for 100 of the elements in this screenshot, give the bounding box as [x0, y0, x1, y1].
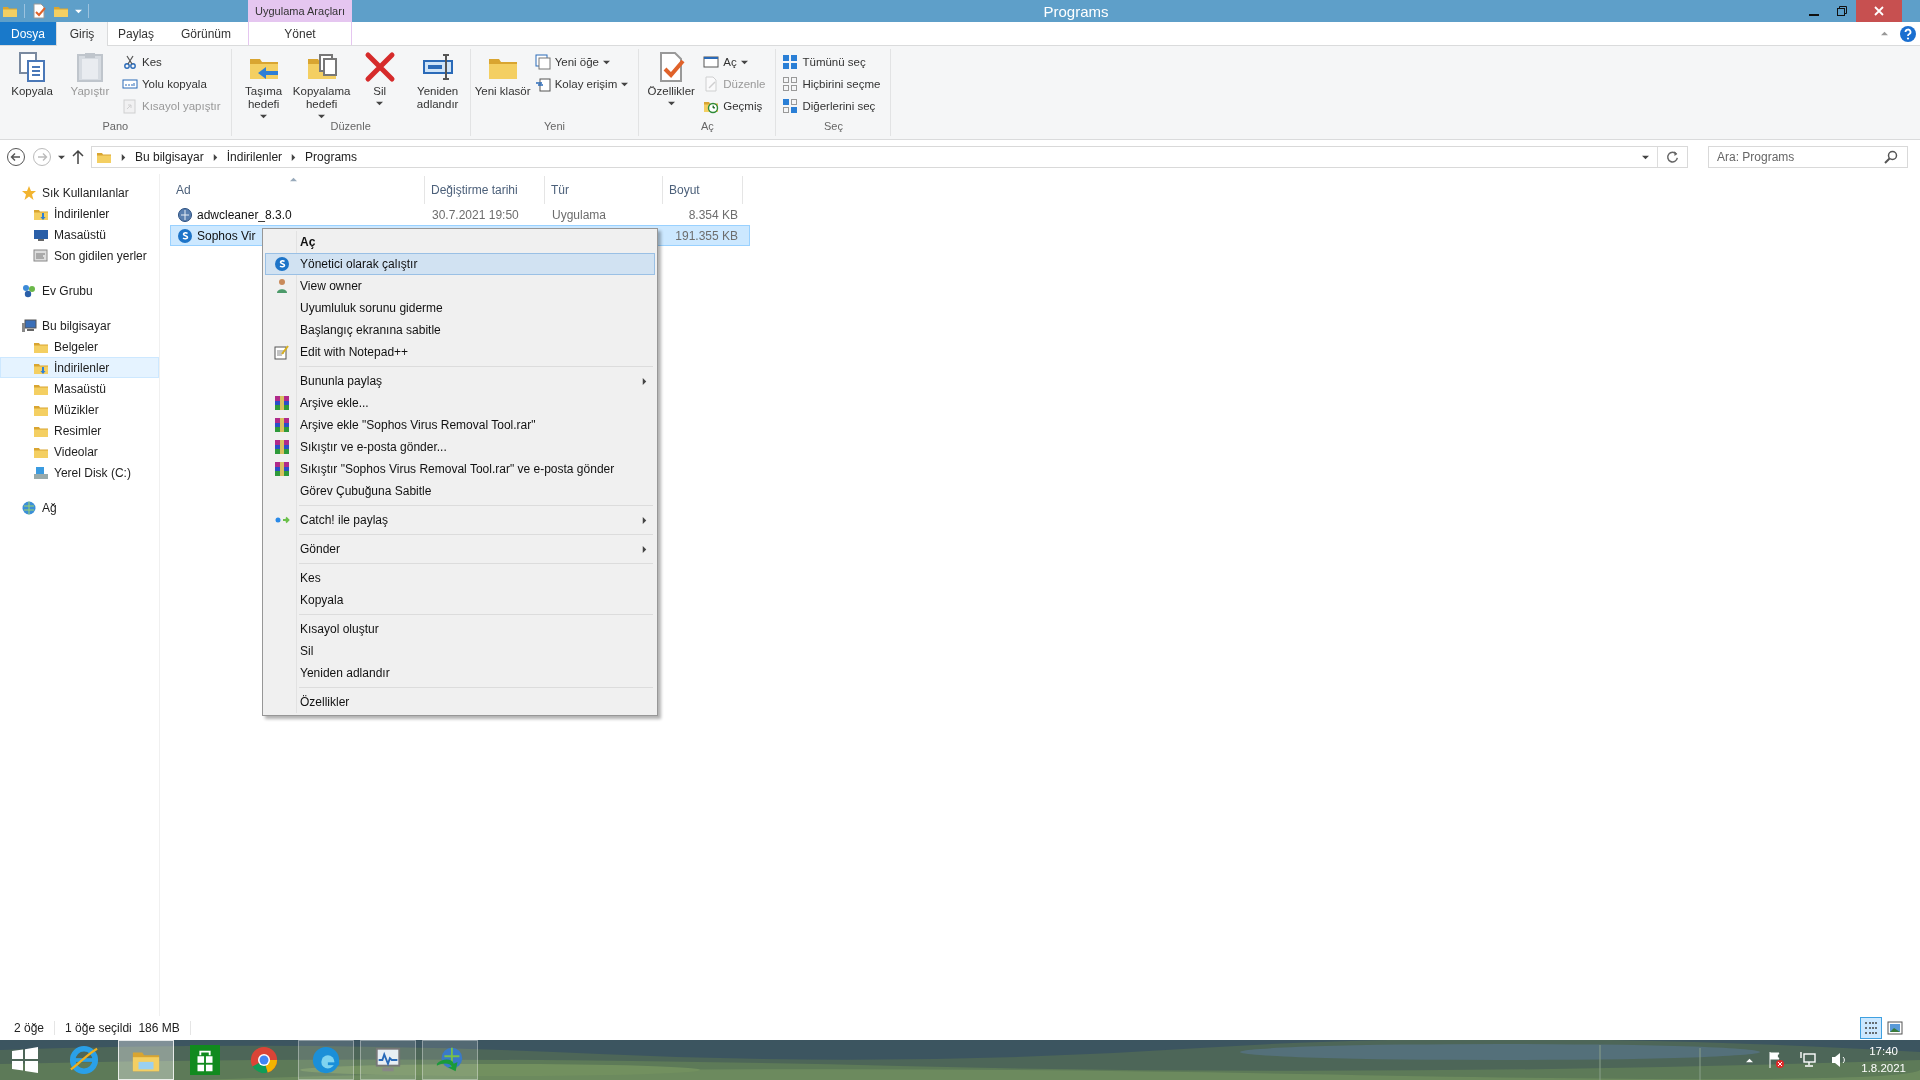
ribbon-tab[interactable]: Giriş: [56, 22, 108, 46]
sidebar-item[interactable]: Yerel Disk (C:): [0, 462, 159, 483]
selection-info: 1 öğe seçildi 186 MB: [65, 1021, 180, 1035]
column-header[interactable]: Boyut: [663, 176, 743, 204]
sidebar-item[interactable]: Ev Grubu: [0, 280, 159, 301]
sidebar-item[interactable]: Sık Kullanılanlar: [0, 182, 159, 203]
ribbon-button[interactable]: Kolay erişim: [534, 74, 633, 94]
drive-icon: [33, 464, 49, 481]
file-name: adwcleaner_8.3.0: [197, 207, 292, 222]
ribbon-button[interactable]: Yeniden adlandır: [409, 49, 466, 120]
ribbon-button[interactable]: Yeni öğe: [534, 52, 633, 72]
menu-item[interactable]: Sıkıştır "Sophos Virus Removal Tool.rar" ve e-posta gönder: [265, 458, 655, 480]
menu-item[interactable]: Aç: [265, 231, 655, 253]
close-button[interactable]: [1856, 0, 1902, 22]
column-header[interactable]: Tür: [545, 176, 663, 204]
globe-icon: [177, 206, 193, 223]
ribbon-button[interactable]: Özellikler: [643, 49, 700, 120]
sidebar-item[interactable]: Belgeler: [0, 336, 159, 357]
menu-item[interactable]: Başlangıç ekranına sabitle: [265, 319, 655, 341]
computer-icon: [21, 317, 37, 334]
scissors-icon: [122, 54, 138, 70]
ribbon-button[interactable]: Kopyala: [4, 49, 60, 120]
file-date: 30.7.2021 19:50: [432, 207, 519, 222]
sidebar-item[interactable]: Son gidilen yerler: [0, 245, 159, 266]
menu-item[interactable]: Sil: [265, 640, 655, 662]
details-view-icon: [1863, 1020, 1879, 1036]
search-field[interactable]: Ara: Programs: [1708, 146, 1908, 168]
item-count: 2 öğe: [14, 1021, 45, 1035]
menu-item[interactable]: View owner: [265, 275, 655, 297]
breadcrumb[interactable]: İndirilenler: [226, 150, 283, 164]
menu-item[interactable]: Uyumluluk sorunu giderme: [265, 297, 655, 319]
menu-item[interactable]: Kes: [265, 567, 655, 589]
up-button[interactable]: [71, 149, 85, 165]
group-label: Düzenle: [329, 120, 372, 134]
ribbon-button[interactable]: Hiçbirini seçme: [782, 74, 885, 94]
address-bar[interactable]: Bu bilgisayar İndirilenler Programs: [91, 146, 1688, 168]
breadcrumb[interactable]: Programs: [305, 150, 358, 164]
menu-item[interactable]: Arşive ekle "Sophos Virus Removal Tool.rar": [265, 414, 655, 436]
sidebar-item[interactable]: Masaüstü: [0, 224, 159, 245]
caret-icon: [1642, 153, 1649, 161]
caret-icon: [318, 113, 326, 120]
sidebar-item[interactable]: İndirilenler: [0, 203, 159, 224]
sidebar-item[interactable]: Masaüstü: [0, 378, 159, 399]
sidebar-item[interactable]: Bu bilgisayar: [0, 315, 159, 336]
menu-item[interactable]: Arşive ekle...: [265, 392, 655, 414]
group-label: Pano: [101, 120, 130, 134]
archive-icon: [274, 417, 290, 433]
ribbon-tab[interactable]: Yönet: [248, 22, 352, 45]
taskbar-button[interactable]: [298, 1040, 354, 1080]
sidebar-item[interactable]: Resimler: [0, 420, 159, 441]
column-header[interactable]: Değiştirme tarihi: [425, 176, 545, 204]
caret-icon: [120, 153, 127, 161]
menu-item[interactable]: Özellikler: [265, 691, 655, 713]
ribbon-button[interactable]: Sil: [351, 49, 408, 120]
menu-item[interactable]: Yeniden adlandır: [265, 662, 655, 684]
ribbon-button[interactable]: Diğerlerini seç: [782, 96, 885, 116]
ribbon-button[interactable]: Aç: [703, 52, 770, 72]
path-icon: [122, 76, 138, 92]
ribbon-button[interactable]: Tümünü seç: [782, 52, 885, 72]
breadcrumb[interactable]: Bu bilgisayar: [135, 150, 204, 164]
back-button[interactable]: [6, 147, 26, 167]
network-icon[interactable]: [1799, 1051, 1818, 1069]
menu-item[interactable]: Catch! ile paylaş: [265, 509, 655, 531]
close-icon: [1874, 6, 1884, 16]
sidebar-item[interactable]: Ağ: [0, 497, 159, 518]
file-row[interactable]: adwcleaner_8.3.0 30.7.2021 19:50 Uygulama 8.354 KB: [170, 204, 750, 225]
window-icon: [703, 54, 720, 70]
ribbon-button[interactable]: Yolu kopyala: [122, 74, 225, 94]
menu-item[interactable]: Kısayol oluştur: [265, 618, 655, 640]
window-title: Programs: [1042, 1, 1110, 22]
ribbon-tab[interactable]: Dosya: [0, 22, 56, 45]
caret-icon: [740, 58, 748, 66]
caret-icon: [640, 377, 648, 385]
help-icon[interactable]: [1900, 25, 1916, 42]
menu-item[interactable]: Bununla paylaş: [265, 370, 655, 392]
ribbon-button[interactable]: Kes: [122, 52, 225, 72]
minimize-icon: [1809, 14, 1819, 16]
sidebar-item[interactable]: Müzikler: [0, 399, 159, 420]
menu-item[interactable]: Edit with Notepad++: [265, 341, 655, 363]
caret-icon: [211, 153, 219, 161]
ribbon-button[interactable]: Yeni klasör: [474, 49, 531, 120]
menu-item[interactable]: Görev Çubuğuna Sabitle: [265, 480, 655, 502]
clock-time[interactable]: 17:40: [1869, 1043, 1898, 1060]
ribbon-button[interactable]: Geçmiş: [703, 96, 770, 116]
menu-item[interactable]: Yönetici olarak çalıştır: [265, 253, 655, 275]
ribbon-button[interactable]: Taşıma hedefi: [235, 49, 292, 120]
sidebar-item[interactable]: Videolar: [0, 441, 159, 462]
menu-item[interactable]: Sıkıştır ve e-posta gönder...: [265, 436, 655, 458]
taskbar-button[interactable]: [360, 1040, 416, 1080]
flag-error-icon[interactable]: [1767, 1051, 1786, 1069]
menu-item[interactable]: Kopyala: [265, 589, 655, 611]
menu-item[interactable]: Gönder: [265, 538, 655, 560]
view-button[interactable]: [1860, 1017, 1882, 1039]
sidebar-item[interactable]: İndirilenler: [0, 357, 159, 378]
ribbon-button[interactable]: Kopyalama hedefi: [293, 49, 350, 120]
person-icon: [274, 278, 290, 294]
speaker-icon[interactable]: [1831, 1051, 1848, 1069]
shield-logo-icon: [177, 227, 193, 244]
file-name: Sophos Vir: [197, 228, 256, 243]
clock-date[interactable]: 1.8.2021: [1861, 1060, 1906, 1077]
